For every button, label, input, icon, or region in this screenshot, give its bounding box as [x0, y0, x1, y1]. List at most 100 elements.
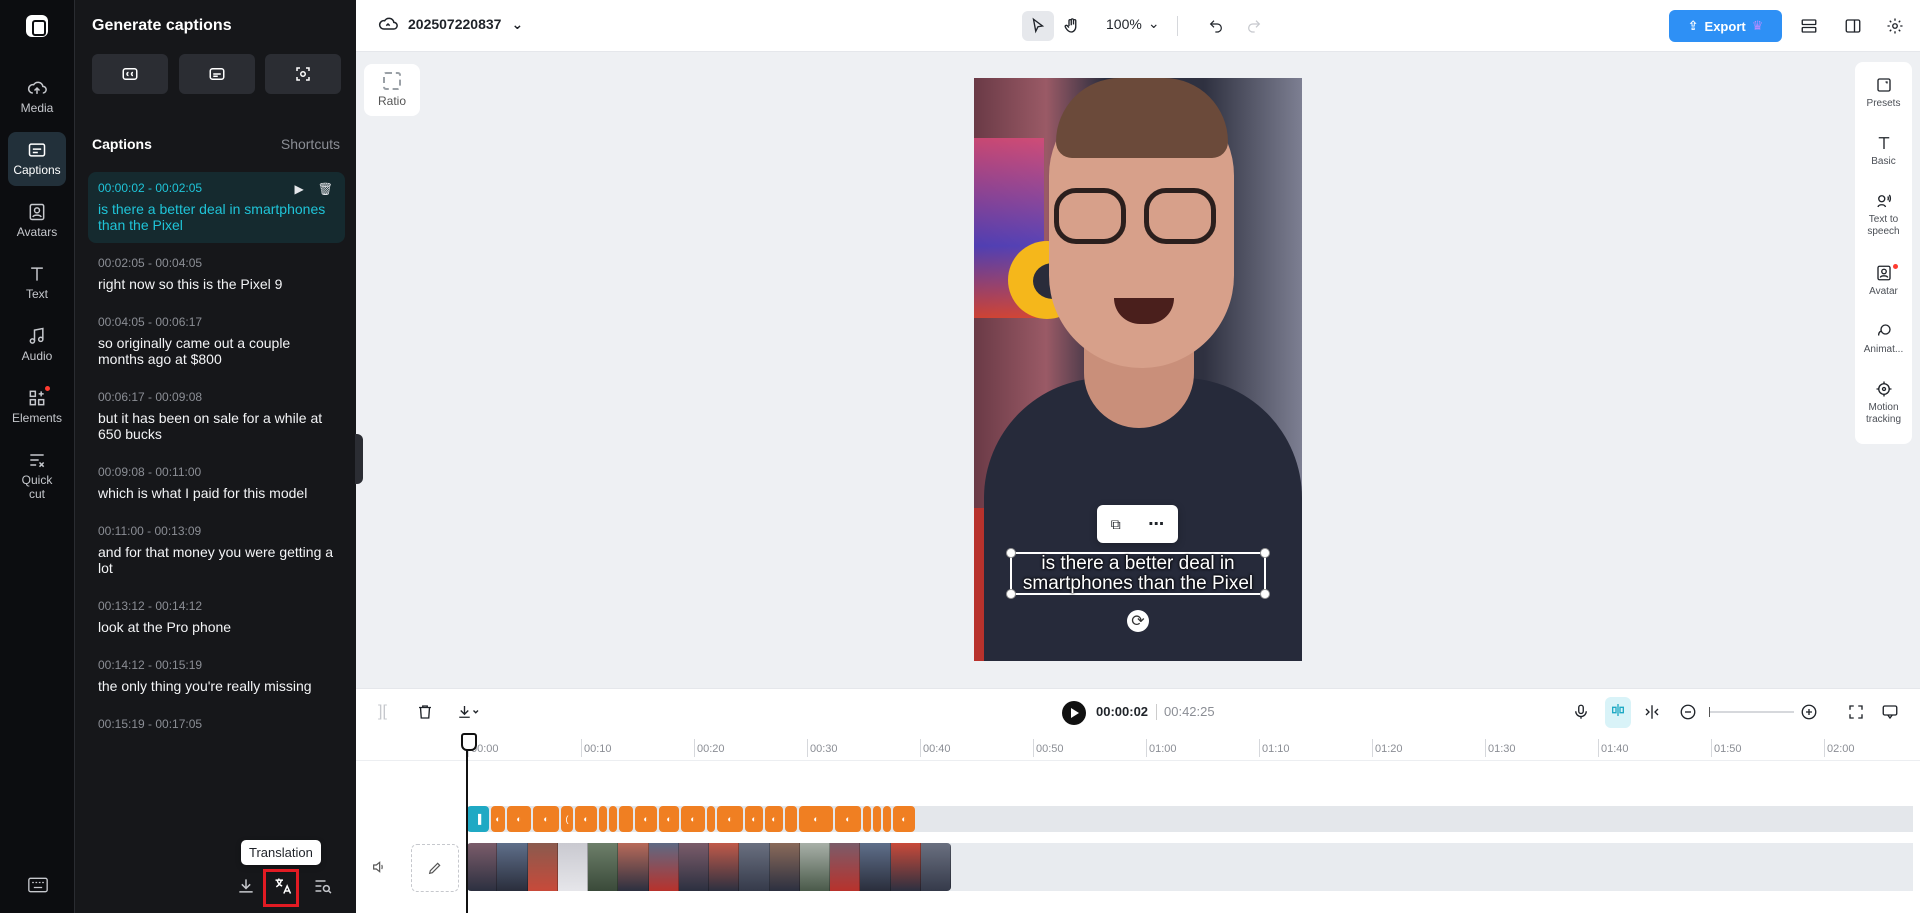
playhead[interactable]	[461, 733, 477, 913]
cover-edit-button[interactable]	[411, 844, 459, 892]
caption-clip[interactable]	[863, 806, 871, 832]
caption-item[interactable]: 00:02:05 - 00:04:05 right now so this is…	[88, 247, 345, 302]
play-icon[interactable]: ▶	[295, 182, 304, 196]
duplicate-icon[interactable]: ⧉	[1111, 516, 1121, 533]
caption-clip[interactable]	[873, 806, 881, 832]
time-ruler[interactable]: 00:00 00:10 00:20 00:30 00:40 00:50 01:0…	[356, 737, 1920, 761]
inspector-label: Presets	[1866, 98, 1901, 109]
ratio-button[interactable]: Ratio	[364, 64, 420, 116]
caption-text[interactable]: which is what I paid for this model	[98, 485, 335, 501]
export-button[interactable]: ⇪ Export ♛	[1669, 10, 1782, 42]
caption-item[interactable]: 00:04:05 - 00:06:17 so originally came o…	[88, 306, 345, 377]
nav-avatars[interactable]: Avatars	[8, 194, 66, 248]
caption-clip[interactable]: ◐	[491, 806, 505, 832]
caption-clip[interactable]: (	[561, 806, 573, 832]
select-tool-button[interactable]	[1022, 11, 1054, 41]
download-icon[interactable]	[456, 703, 482, 726]
caption-clip[interactable]: ◐	[659, 806, 679, 832]
zoom-in-icon[interactable]	[1800, 703, 1818, 726]
nav-text[interactable]: Text	[8, 256, 66, 310]
caption-clip[interactable]	[785, 806, 797, 832]
caption-text[interactable]: but it has been on sale for a while at 6…	[98, 410, 335, 442]
panel-toggle-button[interactable]	[1837, 11, 1869, 41]
feedback-icon[interactable]	[1881, 703, 1899, 726]
caption-clip[interactable]	[883, 806, 891, 832]
nav-captions[interactable]: Captions	[8, 132, 66, 186]
inspector-text-to-speech[interactable]: Text to speech	[1855, 192, 1912, 238]
nav-audio[interactable]: Audio	[8, 318, 66, 372]
inspector-label: Animat...	[1863, 344, 1904, 355]
caption-clip[interactable]: ◐	[533, 806, 559, 832]
layout-button[interactable]	[1793, 11, 1825, 41]
caption-clip[interactable]	[609, 806, 617, 832]
caption-item[interactable]: 00:14:12 - 00:15:19 the only thing you'r…	[88, 649, 345, 704]
split-audio-icon[interactable]	[1643, 703, 1661, 726]
delete-icon[interactable]	[416, 703, 434, 726]
microphone-icon[interactable]	[1572, 703, 1590, 726]
gear-icon	[1887, 18, 1903, 34]
inspector-avatar[interactable]: Avatar	[1855, 264, 1912, 298]
delete-icon[interactable]: 🗑	[318, 182, 333, 196]
redo-button[interactable]	[1238, 11, 1270, 41]
search-replace-icon[interactable]	[313, 876, 333, 896]
caption-item[interactable]: 00:15:19 - 00:17:05	[88, 708, 345, 747]
keyboard-icon[interactable]	[28, 877, 48, 893]
caption-clip[interactable]: ◐	[575, 806, 597, 832]
inspector-motion-tracking[interactable]: Motion tracking	[1855, 380, 1912, 426]
rotate-icon[interactable]: ⟳	[1127, 610, 1149, 632]
zoom-slider[interactable]	[1709, 707, 1794, 717]
caption-clip[interactable]: ◐	[635, 806, 657, 832]
caption-clip[interactable]	[619, 806, 633, 832]
caption-clip[interactable]: ◐	[681, 806, 705, 832]
settings-button[interactable]	[1879, 11, 1911, 41]
video-clip[interactable]	[467, 843, 951, 891]
caption-clip[interactable]: ◐	[717, 806, 743, 832]
nav-quick-cut[interactable]: Quick cut	[8, 442, 66, 508]
app-logo-icon[interactable]	[26, 15, 48, 37]
more-icon[interactable]: ⋯	[1148, 514, 1164, 534]
zoom-out-icon[interactable]	[1679, 703, 1697, 726]
caption-item[interactable]: 00:11:00 - 00:13:09 and for that money y…	[88, 515, 345, 586]
split-icon[interactable]: ][	[378, 703, 387, 721]
subtitle-button[interactable]	[179, 54, 255, 94]
shortcuts-link[interactable]: Shortcuts	[281, 136, 340, 152]
caption-text[interactable]: the only thing you're really missing	[98, 678, 335, 694]
caption-clip[interactable]	[707, 806, 715, 832]
speaker-icon[interactable]	[371, 859, 387, 880]
caption-clip[interactable]: ◐	[835, 806, 861, 832]
caption-clip[interactable]: ◐	[799, 806, 833, 832]
caption-clip[interactable]: ◐	[507, 806, 531, 832]
inspector-presets[interactable]: Presets	[1855, 76, 1912, 110]
caption-clip[interactable]: ◐	[893, 806, 915, 832]
undo-button[interactable]	[1200, 11, 1232, 41]
caption-clip[interactable]	[599, 806, 607, 832]
caption-item[interactable]: 00:00:02 - 00:02:05 is there a better de…	[88, 172, 345, 243]
hand-tool-button[interactable]	[1056, 11, 1088, 41]
caption-item[interactable]: 00:13:12 - 00:14:12 look at the Pro phon…	[88, 590, 345, 645]
download-icon[interactable]	[236, 876, 256, 896]
caption-item[interactable]: 00:09:08 - 00:11:00 which is what I paid…	[88, 456, 345, 511]
auto-captions-button[interactable]	[92, 54, 168, 94]
nav-media[interactable]: Media	[8, 70, 66, 124]
chevron-down-icon[interactable]: ⌄	[511, 16, 523, 33]
panel-collapse-handle[interactable]	[355, 434, 363, 484]
inspector-basic[interactable]: Basic	[1855, 134, 1912, 168]
caption-text[interactable]: so originally came out a couple months a…	[98, 335, 335, 367]
inspector-animation[interactable]: Animat...	[1855, 322, 1912, 356]
caption-text[interactable]: right now so this is the Pixel 9	[98, 276, 335, 292]
caption-text[interactable]: and for that money you were getting a lo…	[98, 544, 335, 576]
caption-clip[interactable]: ◐	[745, 806, 763, 832]
project-title[interactable]: 202507220837 ⌄	[378, 14, 523, 34]
caption-clip[interactable]: ▐	[467, 806, 489, 832]
caption-text[interactable]: look at the Pro phone	[98, 619, 335, 635]
zoom-select[interactable]: 100% ⌄	[1106, 15, 1160, 32]
caption-item[interactable]: 00:06:17 - 00:09:08 but it has been on s…	[88, 381, 345, 452]
nav-elements[interactable]: Elements	[8, 380, 66, 434]
caption-clip[interactable]: ◐	[765, 806, 783, 832]
lyrics-recognition-button[interactable]	[265, 54, 341, 94]
play-button[interactable]	[1062, 701, 1086, 725]
video-caption-text[interactable]: is there a better deal in smartphones th…	[1008, 554, 1268, 594]
magnet-snap-icon[interactable]	[1605, 697, 1631, 728]
caption-text[interactable]: is there a better deal in smartphones th…	[98, 201, 335, 233]
fullscreen-icon[interactable]	[1847, 703, 1865, 726]
